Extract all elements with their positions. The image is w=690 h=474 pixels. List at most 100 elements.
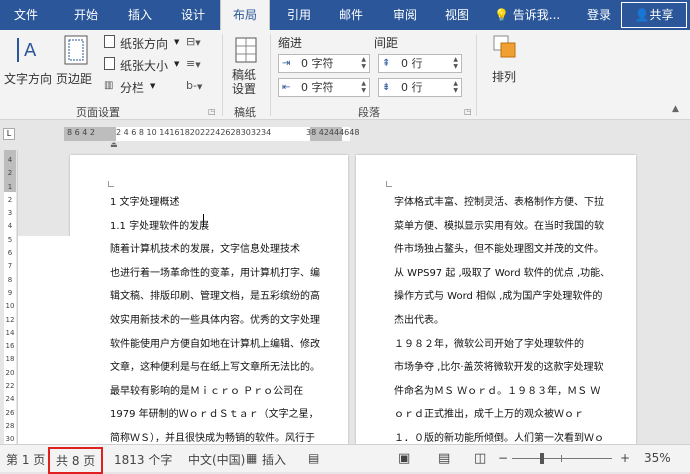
horizontal-ruler[interactable]: L 8 6 4 2 2 4 6 8 10 1416182022242628303…: [0, 120, 690, 149]
indent-marker-icon[interactable]: ⏏: [110, 140, 118, 149]
word-count[interactable]: 1813 个字: [114, 451, 172, 468]
total-pages[interactable]: 共 8 页: [48, 447, 104, 474]
tab-design[interactable]: 设计: [168, 0, 218, 30]
tab-insert[interactable]: 插入: [114, 0, 166, 30]
breaks-button[interactable]: ⊟▼: [186, 35, 212, 51]
vertical-ruler-mark: 2: [7, 195, 13, 204]
vertical-ruler-mark: 28: [5, 421, 15, 430]
divider: [476, 34, 477, 116]
divider: [222, 34, 223, 116]
text-line: 操作方式与 Word 相似 ,成为国产字处理软件的: [394, 291, 603, 303]
group-page-setup-label: 页面设置: [76, 106, 120, 119]
vertical-ruler-marks: 42123456789101214161820222426283032: [4, 154, 16, 460]
vertical-ruler-mark: 2: [7, 169, 13, 178]
ribbon-tab-bar: 文件 开始 插入 设计 布局 引用 邮件 审阅 视图 💡 告诉我... 登录 👤…: [0, 0, 690, 31]
text-line: 市场争夺 ,比尔·盖茨将微软开发的这款字处理软: [394, 362, 604, 374]
columns-icon: ▥: [104, 80, 114, 91]
read-mode-icon[interactable]: ▣: [398, 451, 410, 466]
chevron-down-icon: ▼: [195, 39, 201, 47]
text-direction-button[interactable]: A 文字方向: [2, 32, 52, 88]
proofing-icon[interactable]: ▦: [246, 451, 257, 465]
tab-home[interactable]: 开始: [60, 0, 112, 30]
tab-file[interactable]: 文件: [0, 0, 52, 30]
indent-right-field[interactable]: ⇤ 0 字符 ▲ ▼: [278, 78, 370, 97]
vertical-ruler-mark: 26: [5, 408, 15, 417]
vertical-ruler[interactable]: 42123456789101214161820222426283032: [0, 150, 18, 457]
dialog-launcher-icon[interactable]: ◳: [464, 107, 472, 116]
vertical-ruler-mark: 4: [7, 156, 13, 164]
web-layout-icon[interactable]: ◫: [474, 451, 486, 466]
chevron-down-icon: ▼: [196, 83, 203, 91]
zoom-in-button[interactable]: +: [620, 451, 630, 465]
spinner-icon[interactable]: ▲ ▼: [361, 80, 366, 94]
share-button[interactable]: 👤共享: [621, 2, 687, 28]
page-number[interactable]: 第 1 页: [6, 451, 45, 468]
document-page-1[interactable]: 1 文字处理概述 1.1 字处理软件的发展 随着计算机技术的发展，文字信息处理技术…: [70, 155, 348, 468]
zoom-slider[interactable]: [512, 453, 612, 464]
vertical-ruler-mark: 24: [5, 395, 15, 404]
space-after-icon: ⇟: [382, 82, 391, 93]
tab-view[interactable]: 视图: [432, 0, 482, 30]
dialog-launcher-icon[interactable]: ◳: [208, 107, 216, 116]
line-numbers-button[interactable]: ≡▼: [186, 57, 212, 73]
chevron-down-icon: ▼: [195, 61, 201, 69]
space-before-field[interactable]: ⇞ 0 行 ▲ ▼: [378, 54, 462, 73]
vertical-ruler-mark: 5: [7, 235, 13, 244]
size-icon: [104, 57, 115, 70]
spinner-icon[interactable]: ▲ ▼: [453, 56, 458, 70]
text-line: 最早较有影响的是Ｍｉｃｒｏ Ｐｒｏ公司在: [110, 385, 304, 397]
size-button[interactable]: 纸张大小 ▼: [104, 56, 180, 74]
page-overlay-white: [18, 236, 98, 444]
group-paragraph-label: 段落: [358, 106, 380, 119]
hyphenation-button[interactable]: b‑▼: [186, 79, 212, 95]
chevron-down-icon: ▼: [174, 38, 180, 46]
columns-button[interactable]: ▥ 分栏 ▼: [104, 78, 180, 96]
text-direction-icon: A: [17, 38, 37, 62]
corner-mark: [108, 181, 114, 187]
ribbon: A 文字方向 页边距 纸张方向 ▼ 纸张大小 ▼ ▥ 分栏 ▼ ⊟▼ ≡▼ b‑…: [0, 30, 690, 120]
zoom-level[interactable]: 35%: [644, 451, 671, 465]
arrange-button[interactable]: 排列: [486, 34, 526, 90]
vertical-ruler-mark: 16: [5, 342, 15, 351]
user-icon: 👤: [634, 8, 650, 22]
document-page-2[interactable]: 字体格式丰富、控制灵活、表格制作方便、下拉 菜单方便、模拟显示实用有效。在当时我国…: [356, 155, 636, 468]
tab-references[interactable]: 引用: [274, 0, 324, 30]
collapse-ribbon-icon[interactable]: ▲: [672, 104, 679, 114]
language[interactable]: 中文(中国): [188, 451, 245, 468]
text-line: 也进行着一场革命性的变革，用计算机打字、编: [110, 267, 320, 279]
draft-paper-button[interactable]: 稿纸 设置: [228, 32, 264, 98]
space-after-field[interactable]: ⇟ 0 行 ▲ ▼: [378, 78, 462, 97]
indent-right-icon: ⇤: [282, 82, 291, 93]
zoom-out-button[interactable]: −: [498, 451, 508, 465]
login-button[interactable]: 登录: [580, 0, 618, 30]
tab-selector-icon[interactable]: L: [3, 128, 15, 140]
tab-mailings[interactable]: 邮件: [326, 0, 376, 30]
vertical-scrollbar[interactable]: [676, 150, 690, 444]
margins-button[interactable]: 页边距: [56, 32, 96, 88]
insert-mode[interactable]: 插入: [262, 451, 286, 468]
tab-review[interactable]: 审阅: [380, 0, 430, 30]
macro-icon[interactable]: ▤: [308, 451, 319, 465]
text-line: 软件能使用户方便自如地在计算机上编辑、修改: [110, 338, 320, 350]
space-before-icon: ⇞: [382, 58, 391, 69]
print-layout-icon[interactable]: ▤: [438, 451, 450, 466]
vertical-ruler-mark: 8: [7, 275, 13, 284]
text-line: ｏｒｄ正式推出，成千上万的观众被Ｗｏｒ: [394, 409, 584, 421]
text-line: 1 文字处理概述: [110, 197, 180, 208]
text-line: 文章，这种便利是与在纸上写文章所无法比的。: [110, 362, 320, 374]
text-line: 杰出代表。: [394, 315, 444, 326]
status-bar: 第 1 页 共 8 页 1813 个字 中文(中国) ▦ 插入 ▤ ▣ ▤ ◫ …: [0, 444, 690, 474]
text-line: 件命名为ＭＳ Ｗｏｒｄ。１９８３年，ＭＳ Ｗ: [394, 385, 601, 397]
spinner-icon[interactable]: ▲ ▼: [361, 56, 366, 70]
zoom-slider-thumb[interactable]: [540, 453, 544, 464]
indent-left-field[interactable]: ⇥ 0 字符 ▲ ▼: [278, 54, 370, 73]
orientation-button[interactable]: 纸张方向 ▼: [104, 34, 180, 52]
margins-icon: [64, 35, 88, 65]
spinner-icon[interactable]: ▲ ▼: [453, 80, 458, 94]
arrange-icon: [493, 35, 516, 58]
tell-me-box[interactable]: 💡 告诉我...: [494, 0, 570, 30]
vertical-ruler-mark: 4: [7, 222, 13, 231]
vertical-ruler-mark: 3: [7, 209, 13, 218]
tab-layout[interactable]: 布局: [220, 0, 270, 31]
vertical-ruler-mark: 18: [5, 355, 15, 364]
